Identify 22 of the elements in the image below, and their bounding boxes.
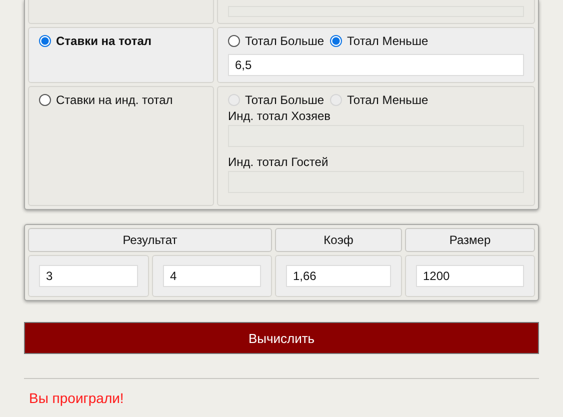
input-field[interactable]: 4 — [163, 265, 261, 287]
option-label: Ставки на инд. тотал — [56, 93, 173, 107]
input-field[interactable]: 1200 — [416, 265, 524, 287]
radio-button[interactable] — [228, 35, 240, 47]
radio-button[interactable] — [39, 35, 51, 47]
choice-label: Тотал Больше — [245, 34, 324, 48]
field-label: Инд. тотал Гостей — [228, 155, 330, 169]
radio-button[interactable] — [39, 94, 51, 106]
input-field[interactable]: 3 — [39, 265, 138, 287]
column-header: Коэф — [275, 228, 402, 252]
choice-label: Тотал Больше — [245, 93, 324, 107]
choice-label: Тотал Меньше — [347, 34, 428, 48]
input-field[interactable]: 1,66 — [286, 265, 391, 287]
column-header: Размер — [405, 228, 535, 252]
result-message: Вы проиграли! — [28, 390, 125, 406]
input-field[interactable]: 6,5 — [228, 54, 524, 76]
option-label: Ставки на тотал — [56, 34, 152, 48]
column-header: Результат — [28, 228, 272, 252]
radio-button[interactable] — [330, 35, 342, 47]
field-label: Инд. тотал Хозяев — [228, 109, 332, 123]
calculate-button[interactable]: Вычислить — [24, 322, 539, 354]
choice-label: Тотал Меньше — [347, 93, 428, 107]
